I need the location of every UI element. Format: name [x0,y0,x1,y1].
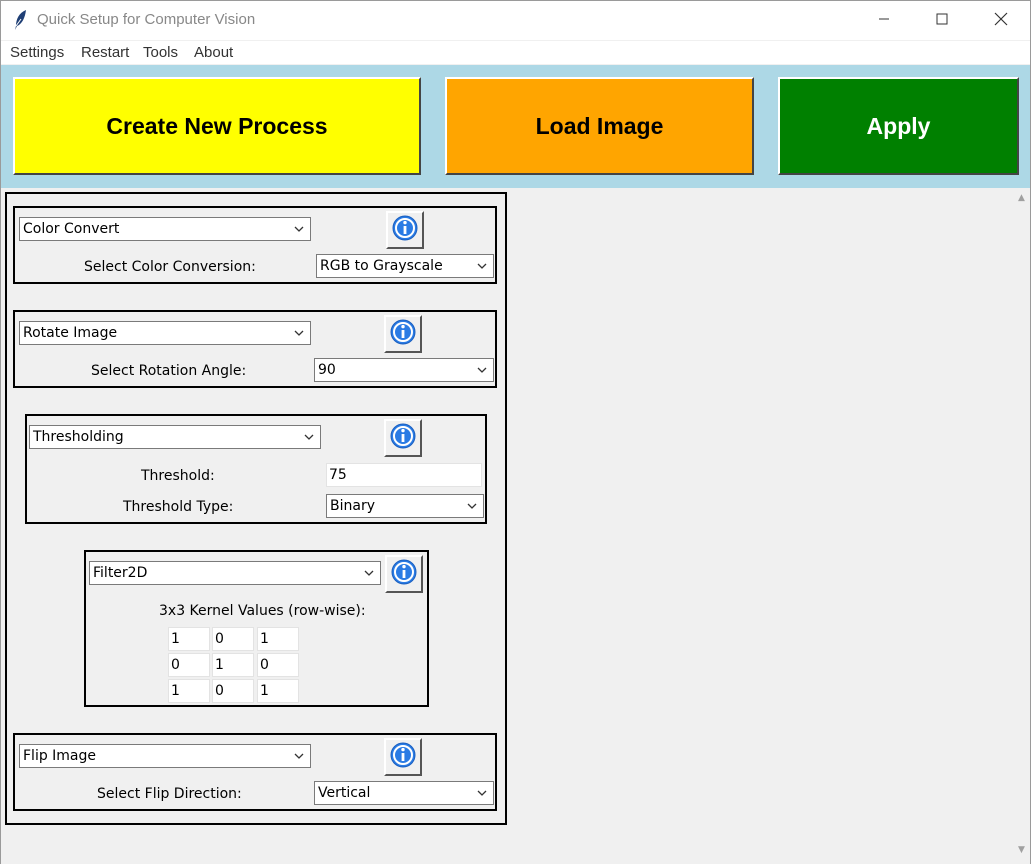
color-conversion-value: RGB to Grayscale [320,258,443,274]
vertical-scrollbar[interactable]: ▲ ▼ [1013,189,1030,864]
action-toolbar: Create New Process Load Image Apply [1,65,1030,188]
close-icon [994,12,1008,30]
chevron-down-icon [303,431,315,443]
threshold-type-value: Binary [330,498,375,514]
chevron-down-icon [293,327,305,339]
minimize-button[interactable] [861,1,907,40]
menu-about[interactable]: About [194,44,233,61]
create-new-process-button[interactable]: Create New Process [13,77,421,175]
chevron-down-icon [293,223,305,235]
info-button[interactable] [384,419,422,457]
process-select-value: Flip Image [23,748,97,764]
kernel-cell-r2c2[interactable]: 1 [212,653,254,677]
menu-bar: Settings Restart Tools About [1,40,1030,64]
info-button[interactable] [386,211,424,249]
info-icon [391,214,419,246]
threshold-label: Threshold: [141,468,215,484]
chevron-down-icon [466,500,478,512]
chevron-down-icon [476,364,488,376]
process-list: Color Convert Select Color Conversion: R… [5,192,507,825]
color-conversion-label: Select Color Conversion: [84,259,256,275]
kernel-cell-r2c1[interactable]: 0 [168,653,210,677]
rotation-angle-value: 90 [318,362,336,378]
scroll-down-icon[interactable]: ▼ [1013,845,1030,859]
kernel-cell-r1c2[interactable]: 0 [212,627,254,651]
maximize-button[interactable] [919,1,965,40]
process-area: Color Convert Select Color Conversion: R… [1,189,1030,864]
rotate-image-panel: Rotate Image Select Rotation Angle: 90 [13,310,497,388]
window-title: Quick Setup for Computer Vision [37,11,256,28]
process-select[interactable]: Filter2D [89,561,381,585]
kernel-cell-r1c3[interactable]: 1 [257,627,299,651]
rotation-angle-select[interactable]: 90 [314,358,494,382]
process-select[interactable]: Color Convert [19,217,311,241]
process-select-value: Filter2D [93,565,148,581]
menu-settings[interactable]: Settings [10,44,64,61]
process-select-value: Color Convert [23,221,120,237]
filter2d-panel: Filter2D 3x3 Kernel Values (row-wise): 1… [84,550,429,707]
kernel-cell-r3c3[interactable]: 1 [257,679,299,703]
info-button[interactable] [384,738,422,776]
kernel-cell-r2c3[interactable]: 0 [257,653,299,677]
flip-direction-label: Select Flip Direction: [97,786,242,802]
process-select[interactable]: Flip Image [19,744,311,768]
kernel-label: 3x3 Kernel Values (row-wise): [159,603,366,619]
process-select[interactable]: Rotate Image [19,321,311,345]
process-select-value: Thresholding [33,429,124,445]
kernel-cell-r1c1[interactable]: 1 [168,627,210,651]
flip-direction-value: Vertical [318,785,371,801]
threshold-type-label: Threshold Type: [123,499,234,515]
thresholding-panel: Thresholding Threshold: 75 Threshold Typ… [25,414,487,524]
chevron-down-icon [476,260,488,272]
minimize-icon [878,13,890,29]
info-icon [390,558,418,590]
feather-icon [13,9,29,31]
color-conversion-select[interactable]: RGB to Grayscale [316,254,494,278]
threshold-input[interactable]: 75 [326,463,482,487]
info-icon [389,318,417,350]
app-window: Quick Setup for Computer Vision Settings… [0,0,1031,864]
maximize-icon [936,13,948,29]
close-button[interactable] [978,1,1024,40]
info-button[interactable] [385,555,423,593]
rotation-angle-label: Select Rotation Angle: [91,363,247,379]
kernel-cell-r3c1[interactable]: 1 [168,679,210,703]
menu-tools[interactable]: Tools [143,44,178,61]
menu-restart[interactable]: Restart [81,44,129,61]
flip-direction-select[interactable]: Vertical [314,781,494,805]
chevron-down-icon [476,787,488,799]
info-icon [389,741,417,773]
scroll-up-icon[interactable]: ▲ [1013,193,1030,207]
load-image-button[interactable]: Load Image [445,77,754,175]
process-select[interactable]: Thresholding [29,425,321,449]
chevron-down-icon [293,750,305,762]
info-icon [389,422,417,454]
process-select-value: Rotate Image [23,325,118,341]
apply-button[interactable]: Apply [778,77,1019,175]
info-button[interactable] [384,315,422,353]
title-bar: Quick Setup for Computer Vision [1,1,1030,40]
color-convert-panel: Color Convert Select Color Conversion: R… [13,206,497,284]
flip-image-panel: Flip Image Select Flip Direction: Vertic… [13,733,497,811]
threshold-type-select[interactable]: Binary [326,494,484,518]
kernel-cell-r3c2[interactable]: 0 [212,679,254,703]
chevron-down-icon [363,567,375,579]
